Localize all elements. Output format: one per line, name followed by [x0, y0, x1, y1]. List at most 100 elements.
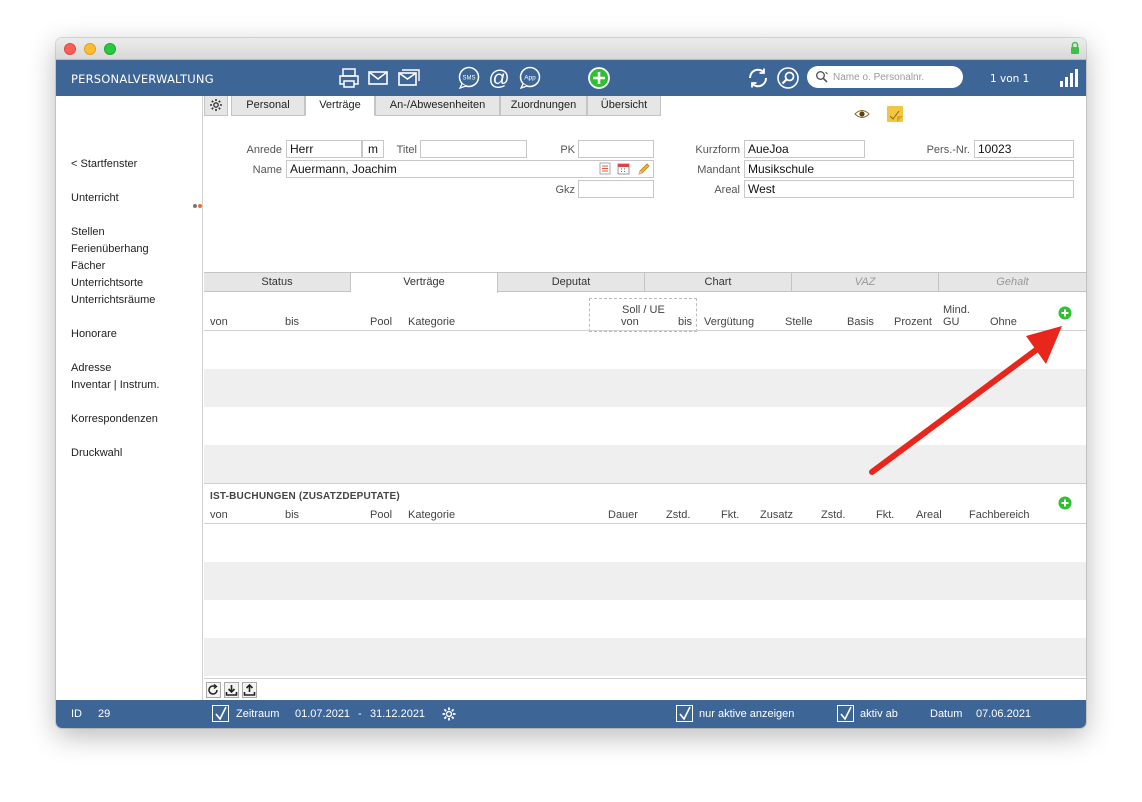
search-field-icon — [816, 71, 828, 83]
printer-icon[interactable] — [337, 66, 361, 90]
calendar-icon[interactable] — [617, 162, 630, 175]
app-label: App — [524, 75, 536, 82]
persnr-label: Pers.-Nr. — [926, 144, 970, 156]
table-row[interactable] — [204, 600, 1086, 638]
tab-personal[interactable]: Personal — [231, 96, 305, 116]
areal-field[interactable]: West — [744, 180, 1074, 198]
annotation-arrow-icon — [869, 326, 1062, 475]
col-stelle: Stelle — [785, 316, 813, 328]
status-dots — [192, 198, 202, 211]
zeitraum-to[interactable]: 31.12.2021 — [370, 708, 425, 720]
upload-icon — [243, 683, 256, 696]
tab-settings[interactable] — [204, 96, 228, 116]
add-booking-button[interactable] — [1058, 496, 1072, 510]
gkz-field[interactable] — [578, 180, 654, 198]
mail-icon[interactable] — [366, 66, 390, 90]
tab-vertraege[interactable]: Verträge — [305, 96, 375, 116]
kurzform-field[interactable]: AueJoa — [744, 140, 865, 158]
sms-icon[interactable]: SMS — [457, 66, 481, 90]
pencil-icon[interactable] — [637, 162, 651, 176]
bk-col-fachbereich: Fachbereich — [969, 509, 1030, 521]
checkmark-icon — [840, 706, 852, 721]
anrede-field[interactable]: Herr — [286, 140, 362, 158]
checkmark-icon — [679, 706, 691, 721]
persnr-field[interactable]: 10023 — [974, 140, 1074, 158]
titel-field[interactable] — [420, 140, 527, 158]
export-button[interactable] — [242, 682, 257, 698]
sidebar-back-startfenster[interactable]: < Startfenster — [71, 158, 137, 170]
zoom-window-button[interactable] — [104, 43, 116, 55]
zeitraum-label: Zeitraum — [236, 708, 280, 720]
bk-col-zstd-2: Zstd. — [821, 509, 846, 521]
eye-icon[interactable] — [854, 108, 870, 120]
aktiv-ab-checkbox[interactable] — [837, 705, 854, 722]
mail-multi-icon[interactable] — [397, 66, 421, 90]
subtab-vaz[interactable]: VAZ — [792, 273, 939, 292]
col-soll-von: von — [621, 316, 639, 328]
search-icon[interactable] — [776, 66, 800, 90]
sidebar-item-stellen[interactable]: Stellen — [71, 226, 105, 238]
sidebar-item-unterrichtsraeume[interactable]: Unterrichtsräume — [71, 294, 155, 306]
list-icon[interactable] — [599, 162, 611, 175]
reload-button[interactable] — [206, 682, 221, 698]
sidebar: < Startfenster Unterricht Stellen Ferien… — [56, 96, 203, 700]
tab-uebersicht[interactable]: Übersicht — [587, 96, 661, 116]
table-row[interactable] — [204, 638, 1086, 676]
aktiv-ab-label: aktiv ab — [860, 708, 898, 720]
table-row[interactable] — [204, 524, 1086, 562]
sidebar-item-ferienueberhang[interactable]: Ferienüberhang — [71, 243, 149, 255]
col-verguetung: Vergütung — [704, 316, 755, 328]
sidebar-item-korrespondenzen[interactable]: Korrespondenzen — [71, 413, 158, 425]
bk-col-pool: Pool — [370, 509, 393, 521]
sidebar-item-inventar[interactable]: Inventar | Instrum. — [71, 379, 159, 391]
subtab-vertraege[interactable]: Verträge — [351, 273, 498, 293]
subtab-gehalt[interactable]: Gehalt — [939, 273, 1086, 292]
import-button[interactable] — [224, 682, 239, 698]
lock-icon — [1071, 41, 1079, 54]
gender-field[interactable]: m — [362, 140, 384, 158]
sidebar-item-unterricht[interactable]: Unterricht — [71, 192, 119, 204]
col-soll-bis: bis — [678, 316, 693, 328]
anrede-label: Anrede — [246, 144, 282, 156]
checkmark-icon — [215, 706, 227, 721]
refresh-icon[interactable] — [746, 66, 770, 90]
search-box[interactable] — [807, 66, 963, 88]
main-toolbar: PERSONALVERWALTUNG SMS @ App 1 von 1 — [56, 60, 1086, 96]
status-bar: ID 29 Zeitraum 01.07.2021 - 31.12.2021 n… — [56, 700, 1086, 728]
list-tools — [204, 678, 1086, 700]
gear-icon — [210, 99, 222, 111]
nur-aktive-checkbox[interactable] — [676, 705, 693, 722]
sidebar-item-honorare[interactable]: Honorare — [71, 328, 117, 340]
pk-field[interactable] — [578, 140, 654, 158]
bk-col-zusatz: Zusatz — [760, 509, 794, 521]
zeitraum-separator: - — [358, 708, 362, 720]
search-input[interactable] — [833, 69, 955, 85]
table-row[interactable] — [204, 562, 1086, 600]
add-icon[interactable] — [587, 66, 611, 90]
subtab-deputat[interactable]: Deputat — [498, 273, 645, 292]
areal-label: Areal — [714, 184, 740, 196]
tab-zuordnungen[interactable]: Zuordnungen — [500, 96, 587, 116]
subtab-chart[interactable]: Chart — [645, 273, 792, 292]
app-icon[interactable]: App — [518, 66, 542, 90]
sidebar-item-faecher[interactable]: Fächer — [71, 260, 105, 272]
sidebar-item-adresse[interactable]: Adresse — [71, 362, 111, 374]
col-bis: bis — [285, 316, 300, 328]
zeitraum-checkbox[interactable] — [212, 705, 229, 722]
zeitraum-from[interactable]: 01.07.2021 — [295, 708, 350, 720]
mandant-label: Mandant — [697, 164, 740, 176]
datum-value[interactable]: 07.06.2021 — [976, 708, 1031, 720]
at-icon[interactable]: @ — [487, 66, 511, 90]
bookings-section-title: IST-BUCHUNGEN (ZUSATZDEPUTATE) — [210, 491, 400, 502]
sidebar-item-druckwahl[interactable]: Druckwahl — [71, 447, 122, 459]
col-soll-ue: Soll / UE — [622, 304, 665, 316]
sidebar-item-unterrichtsorte[interactable]: Unterrichtsorte — [71, 277, 143, 289]
minimize-window-button[interactable] — [84, 43, 96, 55]
close-window-button[interactable] — [64, 43, 76, 55]
note-icon[interactable] — [886, 105, 904, 123]
mandant-field[interactable]: Musikschule — [744, 160, 1074, 178]
signal-icon — [1060, 69, 1078, 87]
tab-abwesenheiten[interactable]: An-/Abwesenheiten — [375, 96, 500, 116]
subtab-status[interactable]: Status — [204, 273, 351, 292]
gear-icon[interactable] — [441, 706, 457, 722]
